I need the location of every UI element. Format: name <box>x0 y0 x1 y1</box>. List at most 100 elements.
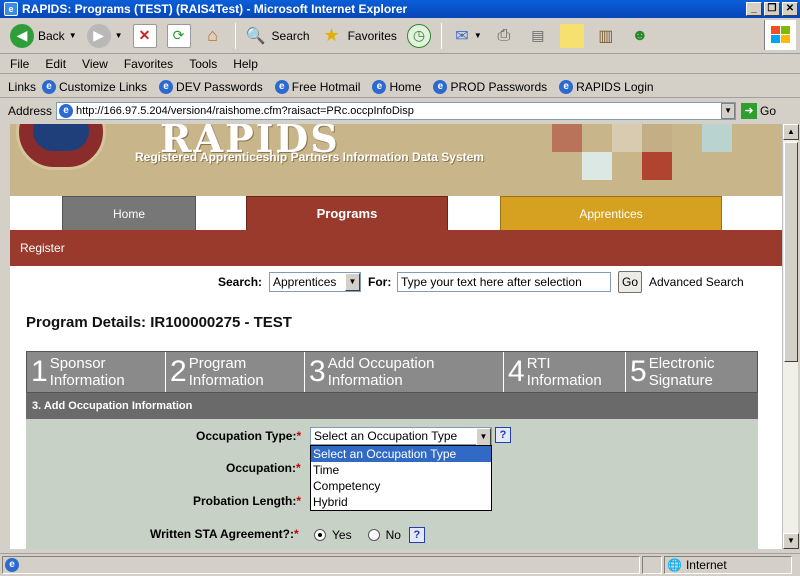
search-icon: 🔍 <box>245 27 266 45</box>
messenger-button[interactable]: ☻ <box>624 21 656 51</box>
step-number: 1 <box>31 355 48 388</box>
option-competency[interactable]: Competency <box>311 478 491 494</box>
help-icon[interactable]: ? <box>408 527 425 543</box>
vertical-scrollbar[interactable]: ▲ ▼ <box>782 124 799 549</box>
page-viewport: RAPIDS Registered Apprenticeship Partner… <box>10 124 782 549</box>
address-dropdown-icon[interactable]: ▼ <box>721 103 736 119</box>
zone-label: Internet <box>685 558 727 572</box>
menu-tools[interactable]: Tools <box>189 57 217 71</box>
status-cell <box>642 556 662 574</box>
link-free-hotmail[interactable]: e Free Hotmail <box>274 79 361 94</box>
option-select-type[interactable]: Select an Occupation Type <box>311 446 491 462</box>
step-number: 5 <box>630 355 647 388</box>
refresh-button[interactable]: ⟳ <box>163 21 195 51</box>
forward-button[interactable]: ▶ ▼ <box>83 21 127 51</box>
section-header: 3. Add Occupation Information <box>26 393 758 419</box>
step-rti-information[interactable]: 4 RTI Information <box>504 352 626 392</box>
menu-favorites[interactable]: Favorites <box>124 57 173 71</box>
messenger-icon: ☻ <box>631 26 649 44</box>
step-electronic-signature[interactable]: 5 Electronic Signature <box>626 352 757 392</box>
stop-button[interactable]: ✕ <box>129 21 161 51</box>
no-radio[interactable] <box>367 529 380 541</box>
search-button[interactable]: 🔍 Search <box>240 21 314 51</box>
chevron-down-icon[interactable]: ▼ <box>476 428 491 446</box>
menu-view[interactable]: View <box>82 57 108 71</box>
advanced-search-link[interactable]: Advanced Search <box>649 275 744 289</box>
register-link[interactable]: Register <box>20 241 65 255</box>
toolbar: ◀ Back ▼ ▶ ▼ ✕ ⟳ ⌂ 🔍 Search ★ Favorites … <box>0 18 800 54</box>
link-home[interactable]: e Home <box>372 79 421 94</box>
link-label: Free Hotmail <box>291 79 361 94</box>
step-label: Sponsor <box>49 355 106 372</box>
search-type-select[interactable]: Apprentices ▼ <box>269 272 361 292</box>
window-title: RAPIDS: Programs (TEST) (RAIS4Test) - Mi… <box>22 2 408 16</box>
menu-help[interactable]: Help <box>233 57 258 71</box>
scroll-down-icon[interactable]: ▼ <box>783 533 799 549</box>
label-text: Written STA Agreement?: <box>150 527 295 541</box>
tab-home[interactable]: Home <box>62 196 196 230</box>
rapids-banner: RAPIDS Registered Apprenticeship Partner… <box>10 124 782 196</box>
tab-apprentices[interactable]: Apprentices <box>500 196 722 230</box>
help-icon[interactable]: ? <box>495 427 511 443</box>
no-label: No <box>385 528 401 542</box>
link-rapids-login[interactable]: e RAPIDS Login <box>559 79 654 94</box>
history-button[interactable]: ◷ <box>403 21 435 51</box>
star-icon: ★ <box>323 25 340 45</box>
link-prod-passwords[interactable]: e PROD Passwords <box>433 79 547 94</box>
close-button[interactable]: ✕ <box>782 2 798 16</box>
step-sponsor-information[interactable]: 1 Sponsor Information <box>27 352 166 392</box>
forward-dropdown-icon[interactable]: ▼ <box>115 31 123 40</box>
menu-edit[interactable]: Edit <box>45 57 66 71</box>
label-text: Occupation: <box>226 461 297 475</box>
tab-programs[interactable]: Programs <box>246 196 448 230</box>
status-message: e <box>2 556 640 574</box>
sta-radio-group: Yes No ? <box>314 527 425 543</box>
menu-file[interactable]: File <box>10 57 29 71</box>
refresh-icon: ⟳ <box>166 23 191 48</box>
step-number: 4 <box>508 355 525 388</box>
research-button[interactable]: ▥ <box>590 21 622 51</box>
yes-label: Yes <box>332 528 352 542</box>
edit-button[interactable]: ▤ <box>522 21 554 51</box>
ie-page-icon: e <box>433 79 448 94</box>
scroll-up-icon[interactable]: ▲ <box>783 124 799 140</box>
occupation-type-select[interactable]: Select an Occupation Type ▼ <box>310 427 492 446</box>
address-input[interactable]: e http://166.97.5.204/version4/raishome.… <box>56 102 737 120</box>
step-program-information[interactable]: 2 Program Information <box>166 352 305 392</box>
go-label: Go <box>760 104 777 118</box>
search-go-button[interactable]: Go <box>618 271 642 293</box>
home-button[interactable]: ⌂ <box>197 21 229 51</box>
step-label: Information <box>526 372 602 389</box>
back-button[interactable]: ◀ Back ▼ <box>6 21 81 51</box>
back-arrow-icon: ◀ <box>10 23 34 48</box>
search-row: Search: Apprentices ▼ For: Type your tex… <box>10 270 782 294</box>
discuss-button[interactable] <box>556 21 588 51</box>
back-dropdown-icon[interactable]: ▼ <box>69 31 77 40</box>
go-button[interactable]: ➜ Go <box>741 103 776 119</box>
step-add-occupation-information[interactable]: 3 Add Occupation Information <box>305 352 504 392</box>
scroll-thumb[interactable] <box>784 142 798 362</box>
back-label: Back <box>38 28 65 43</box>
rapids-subtitle: Registered Apprenticeship Partners Infor… <box>135 150 484 164</box>
label-text: Occupation Type: <box>196 429 297 443</box>
label-text: Probation Length: <box>193 494 297 508</box>
option-hybrid[interactable]: Hybrid <box>311 494 491 510</box>
link-customize-links[interactable]: e Customize Links <box>42 79 147 94</box>
chevron-down-icon[interactable]: ▼ <box>345 273 360 291</box>
minimize-button[interactable]: _ <box>746 2 762 16</box>
occupation-label: Occupation:* <box>226 461 301 475</box>
mail-button[interactable]: ✉ ▼ <box>446 21 486 51</box>
maximize-button[interactable]: ❐ <box>764 2 780 16</box>
print-button[interactable]: ⎙ <box>488 21 520 51</box>
yes-radio[interactable] <box>314 529 326 541</box>
search-input[interactable]: Type your text here after selection <box>397 272 611 292</box>
occupation-type-dropdown: Select an Occupation Type Time Competenc… <box>310 445 492 511</box>
print-icon: ⎙ <box>497 26 511 44</box>
link-dev-passwords[interactable]: e DEV Passwords <box>159 79 263 94</box>
favorites-button[interactable]: ★ Favorites <box>316 21 401 51</box>
ie-page-icon: e <box>159 79 174 94</box>
mail-dropdown-icon[interactable]: ▼ <box>474 31 482 40</box>
links-bar: Links e Customize Links e DEV Passwords eF… <box>0 76 800 98</box>
option-time[interactable]: Time <box>311 462 491 478</box>
address-bar: Address e http://166.97.5.204/version4/r… <box>0 100 800 122</box>
